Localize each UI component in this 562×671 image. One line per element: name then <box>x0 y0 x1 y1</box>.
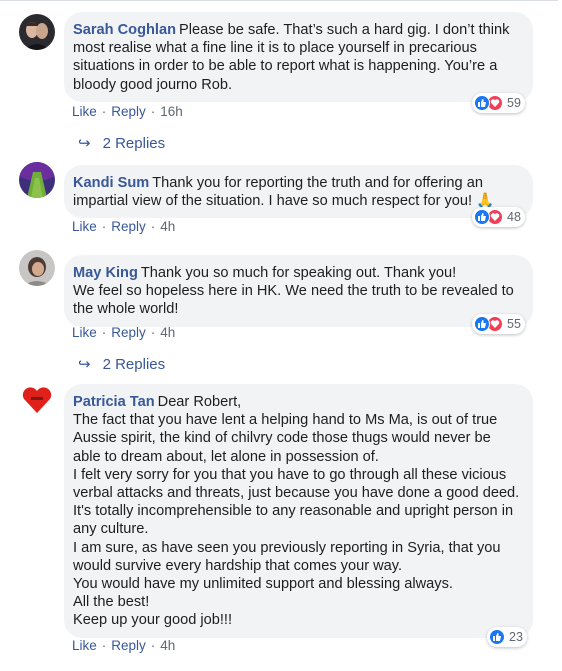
comment-actions: Like · Reply · 4h <box>72 219 175 234</box>
separator-dot: · <box>150 325 156 340</box>
reaction-count: 55 <box>507 317 521 331</box>
like-link[interactable]: Like <box>72 104 97 119</box>
thumbs-up-icon <box>474 209 490 225</box>
reaction-count: 48 <box>507 210 521 224</box>
comment-text-line: You would have my unlimited support and … <box>73 576 453 593</box>
comment-text-line: I felt very sorry for you that you have … <box>73 466 520 538</box>
comment-author[interactable]: Kandi Sum <box>73 175 149 191</box>
comment-bubble: Kandi Sum Thank you for reporting the tru… <box>64 165 533 219</box>
comment-actions: Like · Reply · 16h <box>72 104 183 119</box>
reaction-count: 59 <box>507 96 521 110</box>
comment-timestamp[interactable]: 4h <box>160 325 175 340</box>
comment-text-line: We feel so hopeless here in HK. We need … <box>73 283 514 318</box>
reaction-summary[interactable]: 59 <box>472 93 525 113</box>
comment-actions: Like · Reply · 4h <box>72 325 175 340</box>
avatar[interactable] <box>19 162 55 198</box>
comment-author[interactable]: Sarah Coghlan <box>73 22 176 38</box>
comment-timestamp[interactable]: 16h <box>160 104 183 119</box>
comment-timestamp[interactable]: 4h <box>160 638 175 653</box>
thumbs-up-icon <box>489 629 505 645</box>
replies-count-label: 2 Replies <box>102 134 166 152</box>
thumbs-up-icon <box>474 316 490 332</box>
thumbs-up-icon <box>474 95 490 111</box>
avatar[interactable] <box>19 250 55 286</box>
separator-dot: · <box>150 638 156 653</box>
separator-dot: · <box>101 104 107 119</box>
like-link[interactable]: Like <box>72 219 97 234</box>
comment-text-line: The fact that you have lent a helping ha… <box>73 412 498 465</box>
reply-link[interactable]: Reply <box>111 104 146 119</box>
replies-count-label: 2 Replies <box>102 355 166 373</box>
comment-timestamp[interactable]: 4h <box>160 219 175 234</box>
comment-author[interactable]: Patricia Tan <box>73 394 155 410</box>
like-link[interactable]: Like <box>72 638 97 653</box>
comment-text-line: All the best! <box>73 594 150 611</box>
reply-arrow-icon: ↪ <box>78 135 91 152</box>
separator-dot: · <box>150 104 156 119</box>
separator-dot: · <box>101 219 107 234</box>
reply-link[interactable]: Reply <box>111 638 146 653</box>
reply-link[interactable]: Reply <box>111 325 146 340</box>
comment-bubble: May King Thank you so much for speaking o… <box>64 255 533 327</box>
avatar[interactable] <box>19 14 55 50</box>
comment-text-line: Dear Robert, <box>157 394 242 410</box>
reaction-summary[interactable]: 48 <box>472 207 525 227</box>
reaction-summary[interactable]: 23 <box>487 627 527 647</box>
reaction-count: 23 <box>509 630 523 644</box>
view-replies-link[interactable]: ↪ 2 Replies <box>78 134 166 153</box>
reply-link[interactable]: Reply <box>111 219 146 234</box>
view-replies-link[interactable]: ↪ 2 Replies <box>78 355 166 374</box>
comment-author[interactable]: May King <box>73 265 138 281</box>
comment-actions: Like · Reply · 4h <box>72 638 175 653</box>
like-link[interactable]: Like <box>72 325 97 340</box>
comment-text-line: Keep up your good job!!! <box>73 612 233 629</box>
comment-bubble: Sarah Coghlan Please be safe. That’s such… <box>64 12 533 102</box>
top-divider <box>0 0 558 1</box>
separator-dot: · <box>101 638 107 653</box>
comment-text-line: I am sure, as have seen you previously r… <box>73 539 501 574</box>
separator-dot: · <box>150 219 156 234</box>
comment-text-line: Thank you so much for speaking out. Than… <box>140 265 457 281</box>
reaction-summary[interactable]: 55 <box>472 314 525 334</box>
reply-arrow-icon: ↪ <box>78 356 91 373</box>
avatar[interactable] <box>19 382 55 418</box>
comment-bubble: Patricia Tan Dear Robert, The fact that y… <box>64 384 533 638</box>
separator-dot: · <box>101 325 107 340</box>
